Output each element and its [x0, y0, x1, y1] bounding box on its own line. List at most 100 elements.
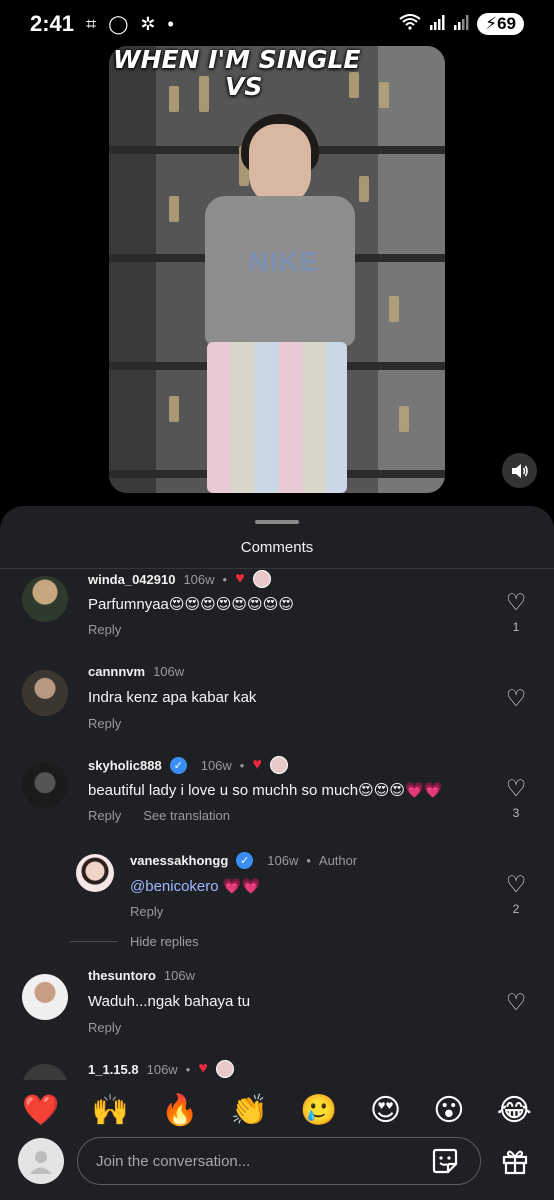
sheet-grabber[interactable]	[255, 520, 299, 524]
perfume-bottle	[399, 406, 409, 432]
hide-replies-label: Hide replies	[130, 934, 199, 949]
hide-replies-button[interactable]: Hide replies	[70, 934, 199, 949]
see-translation-button[interactable]: See translation	[143, 808, 230, 823]
person-sarong	[207, 342, 347, 493]
default-user-icon	[30, 1151, 52, 1174]
reply-button[interactable]: Reply	[88, 622, 121, 637]
creator-liked-heart-icon: ♥	[252, 756, 262, 773]
creator-mini-avatar	[269, 756, 288, 774]
caption-line-1: WHEN I'M SINGLE	[113, 46, 361, 74]
whatsapp-icon: ◯	[108, 13, 129, 34]
comment-text: beautiful lady i love u so muchh so much…	[88, 782, 443, 799]
like-button[interactable]: ♡	[504, 686, 528, 710]
comment-text: Parfumnyaa😍😍😍😍😍😍😍😍	[88, 596, 294, 613]
status-bar: 2:41 ⌗ ◯ ✲ • ⚡69	[0, 0, 554, 48]
comment-text: Waduh...ngak bahaya tu	[88, 993, 251, 1010]
emoji-fire[interactable]: 🔥	[161, 1093, 198, 1128]
person-face	[249, 124, 311, 206]
sticker-button[interactable]	[428, 1144, 462, 1178]
speaker-icon	[511, 463, 528, 478]
signal-icon	[429, 14, 445, 35]
status-time: 2:41	[30, 11, 75, 36]
like-button[interactable]: ♡ 1	[504, 590, 528, 634]
hide-replies-line	[70, 941, 118, 942]
like-count: 3	[512, 806, 520, 820]
heart-outline-icon: ♡	[505, 685, 527, 711]
signal-icon-2	[453, 14, 469, 35]
mention-link[interactable]: @benicokero	[130, 878, 219, 895]
emoji-raised-hands[interactable]: 🙌	[92, 1093, 129, 1128]
volume-button[interactable]	[502, 453, 537, 488]
comment-username[interactable]: vanessakhongg	[130, 853, 228, 868]
dot-separator: •	[239, 757, 245, 773]
emoji-smiling-tear[interactable]: 🥲	[300, 1093, 337, 1128]
sheet-divider	[0, 568, 554, 569]
emoji-clap[interactable]: 👏	[231, 1093, 268, 1128]
creator-liked-heart-icon: ♥	[235, 570, 245, 587]
avatar[interactable]	[22, 762, 68, 808]
comment-text: Indra kenz apa kabar kak	[88, 689, 257, 706]
creator-mini-avatar	[252, 570, 271, 588]
heart-outline-icon: ♡	[505, 589, 527, 615]
comment-text: @benicokero 💗💗	[130, 877, 260, 895]
creator-mini-avatar	[215, 1060, 234, 1078]
reply-text: 💗💗	[218, 878, 261, 895]
comment-input[interactable]	[77, 1137, 481, 1185]
perfume-bottle	[389, 296, 399, 322]
avatar[interactable]	[22, 974, 68, 1020]
video-player[interactable]: NIKE WHEN I'M SINGLE VS	[109, 46, 445, 493]
reply-button[interactable]: Reply	[88, 716, 121, 731]
avatar[interactable]	[22, 670, 68, 716]
dot-separator: •	[222, 571, 228, 587]
like-count: 1	[512, 620, 520, 634]
emoji-heart[interactable]: ❤️	[22, 1093, 59, 1128]
dot-separator: •	[185, 1061, 191, 1077]
comment-item: 1_1.15.8 106w • ♥	[0, 1060, 554, 1080]
avatar[interactable]	[22, 576, 68, 622]
dot-separator: •	[306, 853, 311, 868]
reply-button[interactable]: Reply	[130, 904, 163, 919]
emoji-surprised[interactable]: 😮	[433, 1093, 464, 1128]
comment-username[interactable]: skyholic888	[88, 758, 162, 773]
battery-badge: ⚡69	[477, 13, 524, 35]
like-button[interactable]: ♡ 3	[504, 776, 528, 820]
perfume-bottle	[359, 176, 369, 202]
sticker-icon	[432, 1148, 458, 1174]
perfume-bottle	[169, 396, 179, 422]
creator-liked-heart-icon: ♥	[198, 1060, 208, 1077]
emoji-laughing[interactable]: 😂	[497, 1093, 532, 1128]
screen-capture-icon: ⌗	[86, 13, 97, 34]
like-button[interactable]: ♡ 2	[504, 872, 528, 916]
comment-username[interactable]: winda_042910	[88, 572, 175, 587]
reply-button[interactable]: Reply	[88, 1020, 121, 1035]
heart-outline-icon: ♡	[505, 989, 527, 1015]
reply-button[interactable]: Reply	[88, 808, 121, 823]
verified-badge-icon: ✓	[169, 756, 187, 774]
emoji-quick-bar: ❤️ 🙌 🔥 👏 🥲 😍 😮 😂	[0, 1080, 554, 1140]
perfume-bottle	[379, 82, 389, 108]
wifi-icon	[399, 13, 421, 35]
avatar[interactable]	[22, 1064, 68, 1080]
like-count: 2	[512, 902, 520, 916]
comment-time: 106w	[163, 968, 195, 983]
perfume-bottle	[169, 196, 179, 222]
gift-icon	[502, 1150, 528, 1175]
video-caption: WHEN I'M SINGLE VS	[113, 46, 361, 100]
gift-button[interactable]	[498, 1144, 532, 1178]
comment-time: 106w	[200, 757, 232, 773]
avatar[interactable]	[76, 854, 114, 892]
comment-username[interactable]: cannnvm	[88, 664, 145, 679]
comment-time: 106w	[183, 571, 215, 587]
my-avatar[interactable]	[18, 1138, 64, 1184]
notification-dot-icon: •	[167, 13, 174, 34]
comment-time: 106w	[153, 664, 185, 679]
comment-username[interactable]: 1_1.15.8	[88, 1062, 139, 1077]
like-button[interactable]: ♡	[504, 990, 528, 1014]
comment-time: 106w	[146, 1061, 178, 1077]
heart-outline-icon: ♡	[505, 871, 527, 897]
emoji-heart-eyes[interactable]: 😍	[370, 1093, 401, 1128]
author-label: Author	[318, 853, 358, 868]
comment-username[interactable]: thesuntoro	[88, 968, 156, 983]
caption-line-2: VS	[225, 72, 263, 101]
comment-input-bar	[0, 1136, 554, 1200]
